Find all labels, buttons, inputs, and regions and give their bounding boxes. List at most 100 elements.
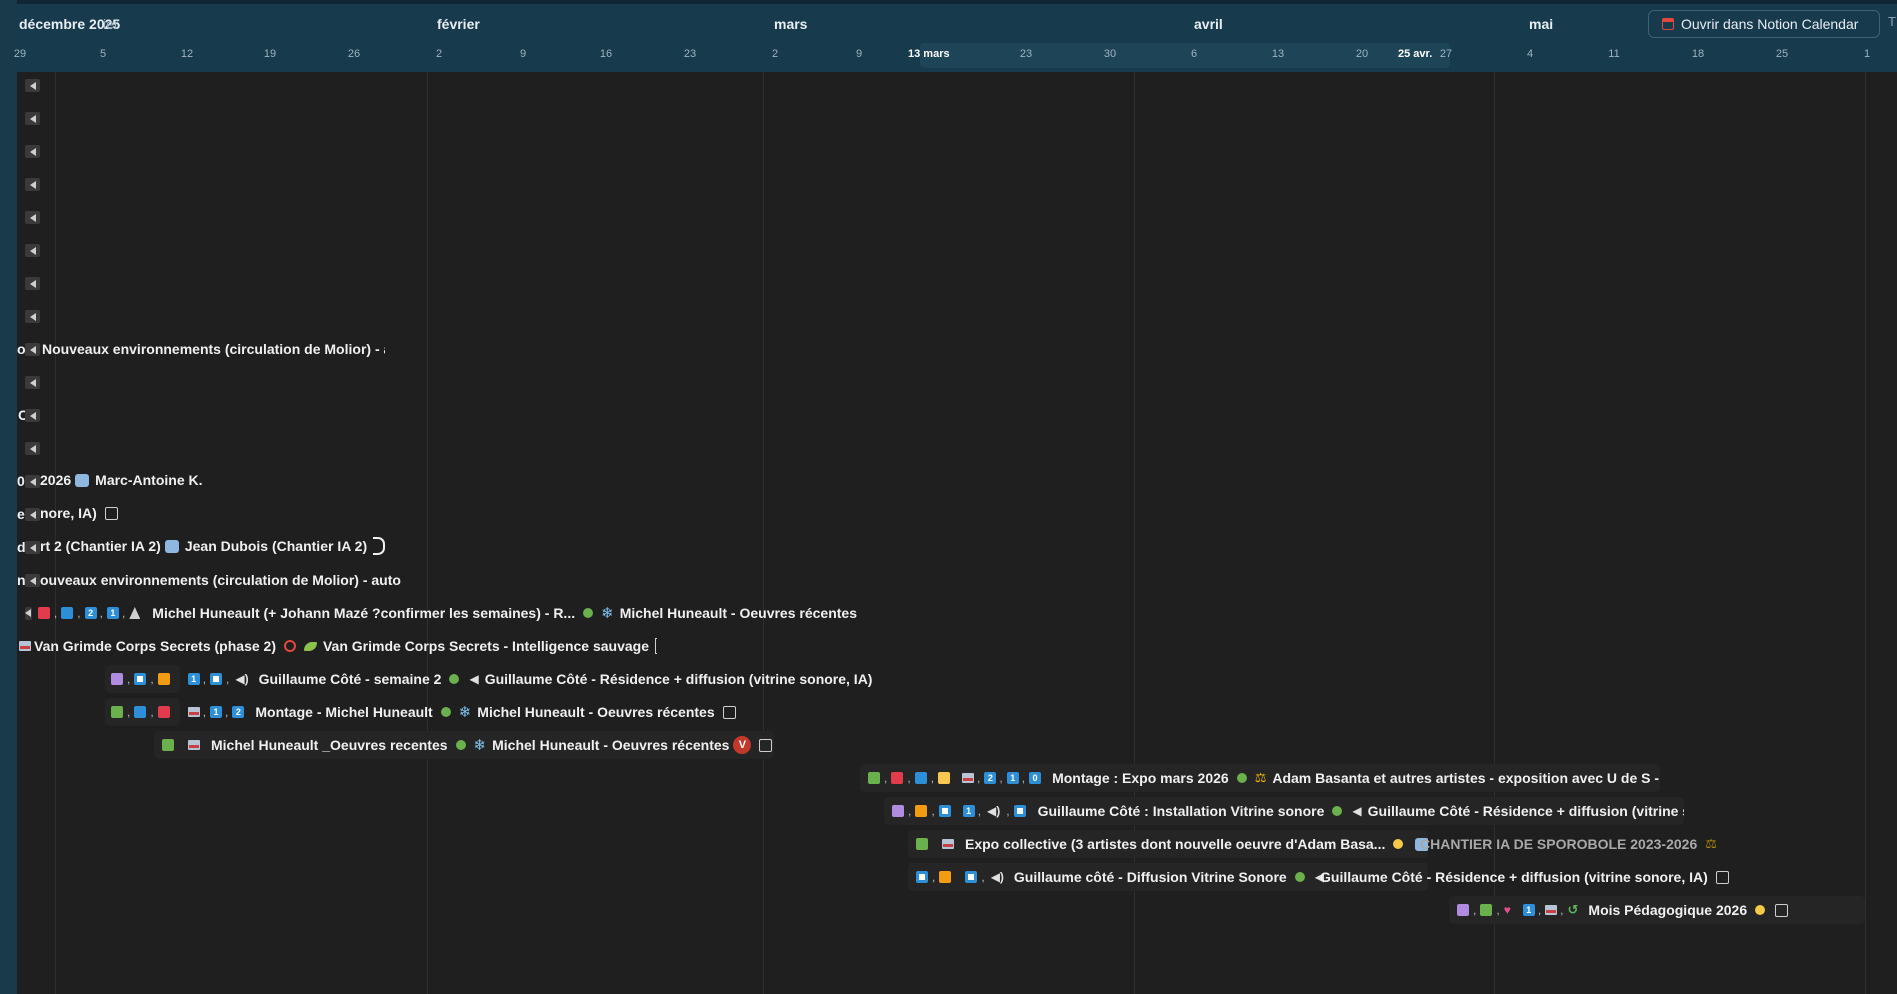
scroll-to-item-button[interactable] bbox=[25, 541, 40, 554]
number-badge: 0 bbox=[1029, 772, 1042, 784]
separator: , bbox=[908, 804, 912, 818]
scroll-to-item-button[interactable] bbox=[25, 574, 40, 587]
open-in-notion-calendar-button[interactable]: Ouvrir dans Notion Calendar bbox=[1648, 10, 1880, 38]
day-tick: 29 bbox=[13, 48, 27, 60]
timeline-item-expo-collective[interactable]: Expo collective (3 artistes dont nouvell… bbox=[908, 830, 1428, 858]
separator: , bbox=[53, 606, 58, 620]
timeline-item-michel-huneault-johann[interactable]: , , 2 , 1 , Michel Huneault (+ Johann Ma… bbox=[17, 599, 857, 627]
scroll-to-item-button[interactable] bbox=[25, 343, 40, 356]
status-dot-green bbox=[1236, 773, 1247, 783]
status-dot-green bbox=[1294, 872, 1305, 882]
month-label-may: mai bbox=[1529, 16, 1554, 32]
scroll-to-item-button[interactable] bbox=[25, 211, 40, 224]
separator: , bbox=[1006, 804, 1010, 818]
item-relation: CHANTIER IA DE SPOROBOLE 2023-2026 bbox=[1420, 836, 1698, 852]
scroll-to-item-button[interactable] bbox=[25, 145, 40, 158]
month-divider bbox=[1865, 72, 1866, 994]
robot-icon bbox=[164, 539, 179, 553]
snowflake-icon: ❄ bbox=[458, 704, 472, 721]
day-tick: 23 bbox=[1019, 48, 1033, 60]
timeline-item-chantier-ia-relation[interactable]: CHANTIER IA DE SPOROBOLE 2023-2026 ⚖ bbox=[1420, 830, 1740, 858]
tag-red bbox=[157, 706, 170, 718]
scroll-to-item-button[interactable] bbox=[25, 244, 40, 257]
timeline-item-marc-antoine[interactable]: 2026 Marc-Antoine K. bbox=[40, 466, 240, 494]
item-title: 2026 bbox=[40, 472, 72, 488]
timeline-item-chantier-ia-2[interactable]: rt 2 (Chantier IA 2) Jean Dubois (Chanti… bbox=[40, 532, 390, 560]
scroll-to-item-button[interactable] bbox=[25, 442, 40, 455]
row-title-new-environments[interactable]: Nouveaux environnements (circulation de … bbox=[42, 341, 385, 357]
scroll-to-item-button[interactable] bbox=[25, 277, 40, 290]
number-badge: 1 bbox=[210, 706, 223, 718]
month-label-march: mars bbox=[774, 16, 808, 32]
timeline-item-installation-vitrine[interactable]: , , 1 , ◀) , Guillaume Côté : Installati… bbox=[884, 797, 1684, 825]
notion-timeline-view: décembre 2025 ier février mars avril mai… bbox=[0, 0, 1897, 994]
checkbox[interactable] bbox=[759, 738, 773, 752]
separator: , bbox=[977, 771, 981, 785]
timeline-item-montage-michel-huneault[interactable]: , , , 1 , 2 Montage - Michel Huneault ❄ … bbox=[105, 698, 745, 726]
tag-yellow bbox=[938, 772, 951, 784]
item-title: nore, IA) bbox=[40, 505, 97, 521]
separator: , bbox=[150, 705, 154, 719]
day-tick: 23 bbox=[683, 48, 697, 60]
scroll-to-item-button[interactable] bbox=[25, 606, 32, 620]
checkbox[interactable] bbox=[1775, 903, 1789, 917]
flag-image-icon bbox=[188, 740, 200, 750]
timeline-item-vitrine-sonore[interactable]: nore, IA) bbox=[40, 499, 160, 527]
item-title: rt 2 (Chantier IA 2) bbox=[40, 538, 161, 554]
item-chip: , , bbox=[105, 698, 180, 726]
timeline-item-montage-expo-mars[interactable]: , , , , 2 , 1 , 0 Montage : Expo mars 20… bbox=[860, 764, 1660, 792]
scroll-to-item-button[interactable] bbox=[25, 178, 40, 191]
checkbox[interactable] bbox=[104, 506, 118, 520]
calendar-icon bbox=[1662, 18, 1674, 30]
status-dot-green bbox=[455, 740, 466, 750]
day-tick: 30 bbox=[1103, 48, 1117, 60]
tag-blue-box bbox=[1013, 805, 1026, 817]
separator: , bbox=[1496, 903, 1500, 917]
timeline-item-diffusion-relation[interactable]: Guillaume Côté - Résidence + diffusion (… bbox=[1320, 863, 1740, 891]
day-tick: 11 bbox=[1608, 48, 1620, 60]
curl-icon: ↺ bbox=[1567, 902, 1579, 917]
tag-blue bbox=[61, 607, 74, 619]
scroll-to-item-button[interactable] bbox=[25, 376, 40, 389]
separator: , bbox=[931, 804, 935, 818]
scroll-to-item-button[interactable] bbox=[25, 310, 40, 323]
number-badge: 1 bbox=[1522, 904, 1535, 916]
robot-icon bbox=[75, 473, 90, 487]
day-tick: 18 bbox=[1691, 48, 1705, 60]
item-relation: Michel Huneault - Oeuvres récentes bbox=[477, 704, 715, 720]
timeline-item-mois-pedagogique[interactable]: , , ♥ 1 , , ↺ Mois Pédagogique 2026 bbox=[1449, 896, 1865, 924]
separator: , bbox=[121, 606, 126, 620]
day-tick: 25 bbox=[1775, 48, 1789, 60]
scale-icon: ⚖ bbox=[1254, 770, 1267, 785]
tag-blue-box bbox=[938, 805, 951, 817]
selected-range-highlight bbox=[920, 43, 1450, 68]
scroll-to-item-button[interactable] bbox=[25, 409, 40, 422]
month-label-january-cut: ier bbox=[103, 16, 119, 32]
number-badge: 2 bbox=[984, 772, 997, 784]
row-title-new-environments-2[interactable]: ouveaux environnements (circulation de M… bbox=[40, 572, 401, 588]
day-tick: 6 bbox=[1190, 48, 1198, 60]
tag-purple bbox=[892, 805, 904, 817]
figure-icon bbox=[129, 607, 141, 619]
scroll-to-item-button[interactable] bbox=[25, 79, 40, 92]
timeline-item-van-grimde[interactable]: Van Grimde Corps Secrets (phase 2) Van G… bbox=[17, 632, 657, 660]
timeline-item-guillaume-cote-semaine-2[interactable]: , , 1 , , ◀) Guillaume Côté - semaine 2 … bbox=[105, 665, 875, 693]
day-tick: 27 bbox=[1439, 48, 1453, 60]
flag-image-icon bbox=[19, 641, 31, 651]
scroll-to-item-button[interactable] bbox=[25, 475, 40, 488]
separator: , bbox=[981, 870, 985, 884]
scroll-to-item-button[interactable] bbox=[25, 508, 40, 521]
checkbox[interactable] bbox=[722, 705, 736, 719]
number-badge: 1 bbox=[187, 673, 200, 685]
checkbox[interactable] bbox=[1715, 870, 1729, 884]
row-prefix-text: o bbox=[17, 341, 25, 357]
item-chip: , , bbox=[105, 665, 180, 693]
timeline-item-michel-huneault-oeuvres[interactable]: Michel Huneault _Oeuvres recentes ❄ Mich… bbox=[154, 731, 774, 759]
scroll-to-item-button[interactable] bbox=[25, 112, 40, 125]
leaf-icon bbox=[303, 641, 317, 651]
separator: , bbox=[127, 672, 131, 686]
speaker-icon: ◀ bbox=[1352, 804, 1362, 818]
flag-image-icon bbox=[942, 839, 954, 849]
item-person: Marc-Antoine K. bbox=[95, 472, 203, 488]
month-label-february: février bbox=[437, 16, 480, 32]
